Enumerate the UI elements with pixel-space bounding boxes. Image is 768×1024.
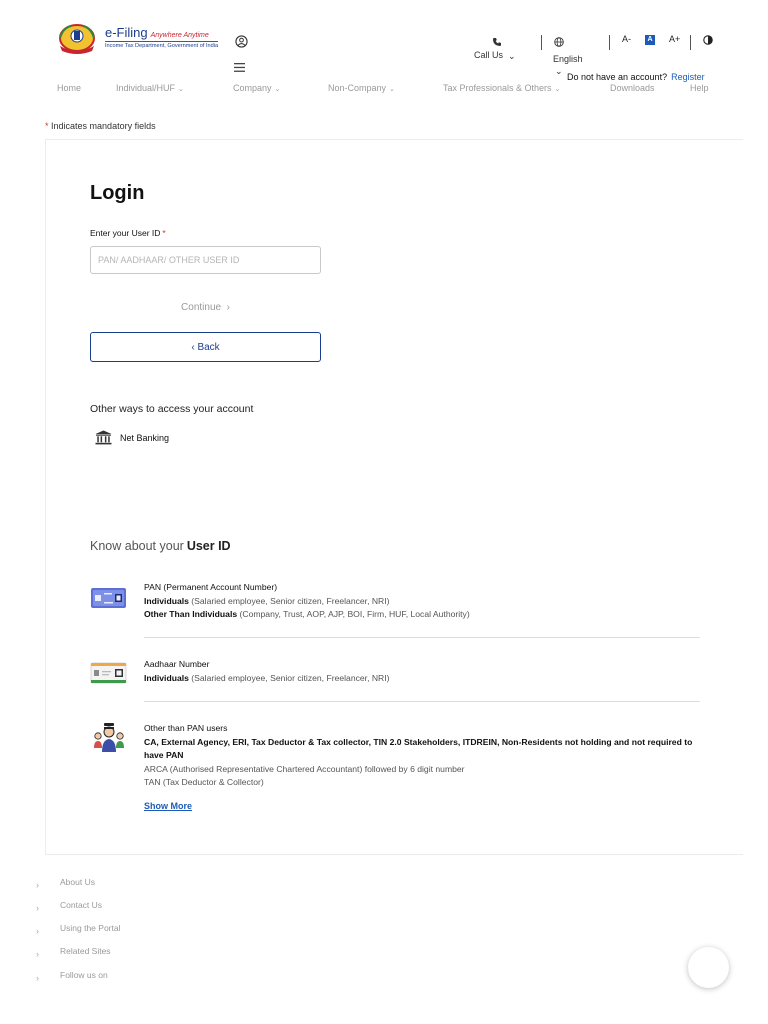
footer-link-follow-us[interactable]: › Follow us on <box>36 970 176 984</box>
back-button[interactable]: ‹ Back <box>90 332 321 362</box>
font-increase-button[interactable]: A+ <box>669 34 680 44</box>
user-id-label: Enter your User ID * <box>90 228 166 238</box>
nav-item-tax-professionals[interactable]: Tax Professionals & Others ⌄ <box>443 83 560 93</box>
hamburger-menu-icon[interactable] <box>234 63 245 72</box>
other-users-description: Other than PAN users CA, External Agency… <box>144 723 693 787</box>
divider <box>690 35 691 50</box>
font-default-button[interactable]: A <box>645 35 655 45</box>
contrast-toggle-icon[interactable] <box>703 35 713 45</box>
register-link[interactable]: Register <box>671 72 705 82</box>
globe-icon <box>554 37 564 47</box>
chevron-down-icon: ⌄ <box>555 66 563 76</box>
required-asterisk: * <box>162 228 166 238</box>
chevron-right-icon: › <box>36 903 39 913</box>
bank-icon[interactable] <box>95 430 112 445</box>
pan-card-icon <box>91 588 126 608</box>
chevron-down-icon: ⌄ <box>554 86 561 93</box>
nav-item-company[interactable]: Company ⌄ <box>233 83 280 93</box>
chevron-down-icon: ⌄ <box>508 51 516 61</box>
logo-title: e-Filing Anywhere Anytime <box>105 25 209 40</box>
list-item: Aadhaar Number Individuals (Salaried emp… <box>90 658 700 688</box>
show-more-link[interactable]: Show More <box>144 801 192 811</box>
list-item: PAN (Permanent Account Number) Individua… <box>90 581 700 621</box>
nav-item-home[interactable]: Home <box>57 83 81 93</box>
continue-button[interactable]: Continue › <box>90 297 321 317</box>
language-selector[interactable]: English <box>553 54 583 64</box>
nav-item-non-company[interactable]: Non-Company ⌄ <box>328 83 395 93</box>
footer-link-related-sites[interactable]: › Related Sites <box>36 946 176 960</box>
chevron-right-icon: › <box>36 973 39 983</box>
chevron-down-icon: ⌄ <box>389 86 395 93</box>
account-prompt: Do not have an account? Register <box>567 72 705 82</box>
logo-subtitle: Income Tax Department, Government of Ind… <box>105 41 219 49</box>
font-decrease-button[interactable]: A- <box>622 34 631 44</box>
mandatory-note: * Indicates mandatory fields <box>45 121 156 131</box>
footer-link-about-us[interactable]: › About Us <box>36 877 176 891</box>
nav-item-downloads[interactable]: Downloads <box>610 83 655 93</box>
aadhaar-description: Aadhaar Number Individuals (Salaried emp… <box>144 659 390 683</box>
net-banking-link[interactable]: Net Banking <box>120 433 169 443</box>
chevron-right-icon: › <box>36 949 39 959</box>
divider <box>144 637 700 638</box>
user-id-input[interactable] <box>90 246 321 274</box>
chevron-right-icon: › <box>226 301 230 313</box>
chevron-left-icon: ‹ <box>191 341 195 353</box>
chevron-right-icon: › <box>36 880 39 890</box>
main-nav: Home Individual/HUF ⌄ Company ⌄ Non-Compan… <box>0 83 768 95</box>
chevron-right-icon: › <box>36 926 39 936</box>
phone-icon <box>493 38 501 46</box>
other-ways-heading: Other ways to access your account <box>90 403 254 415</box>
page-title: Login <box>90 182 145 204</box>
list-item: Other than PAN users CA, External Agency… <box>90 722 700 792</box>
required-asterisk: * <box>45 121 49 131</box>
know-user-id-heading: Know about your User ID <box>90 539 231 553</box>
national-emblem-icon <box>59 24 95 54</box>
chevron-down-icon: ⌄ <box>274 86 281 93</box>
footer-link-using-portal[interactable]: › Using the Portal <box>36 923 176 937</box>
logo-tagline: Anywhere Anytime <box>150 32 209 39</box>
efiling-logo[interactable]: e-Filing Anywhere Anytime Income Tax Depa… <box>57 24 219 54</box>
divider <box>144 701 700 702</box>
chevron-down-icon: ⌄ <box>178 86 184 93</box>
other-users-icon <box>94 723 124 752</box>
aadhaar-card-icon <box>90 662 127 684</box>
divider <box>541 35 542 50</box>
nav-item-individual-huf[interactable]: Individual/HUF ⌄ <box>116 83 184 93</box>
chat-assistant-button[interactable] <box>688 947 729 988</box>
user-profile-icon[interactable] <box>235 35 248 48</box>
pan-description: PAN (Permanent Account Number) Individua… <box>144 582 470 619</box>
call-us-button[interactable]: Call Us <box>474 50 503 60</box>
nav-item-help[interactable]: Help <box>690 83 709 93</box>
footer-link-contact-us[interactable]: › Contact Us <box>36 900 176 914</box>
divider <box>609 35 610 50</box>
